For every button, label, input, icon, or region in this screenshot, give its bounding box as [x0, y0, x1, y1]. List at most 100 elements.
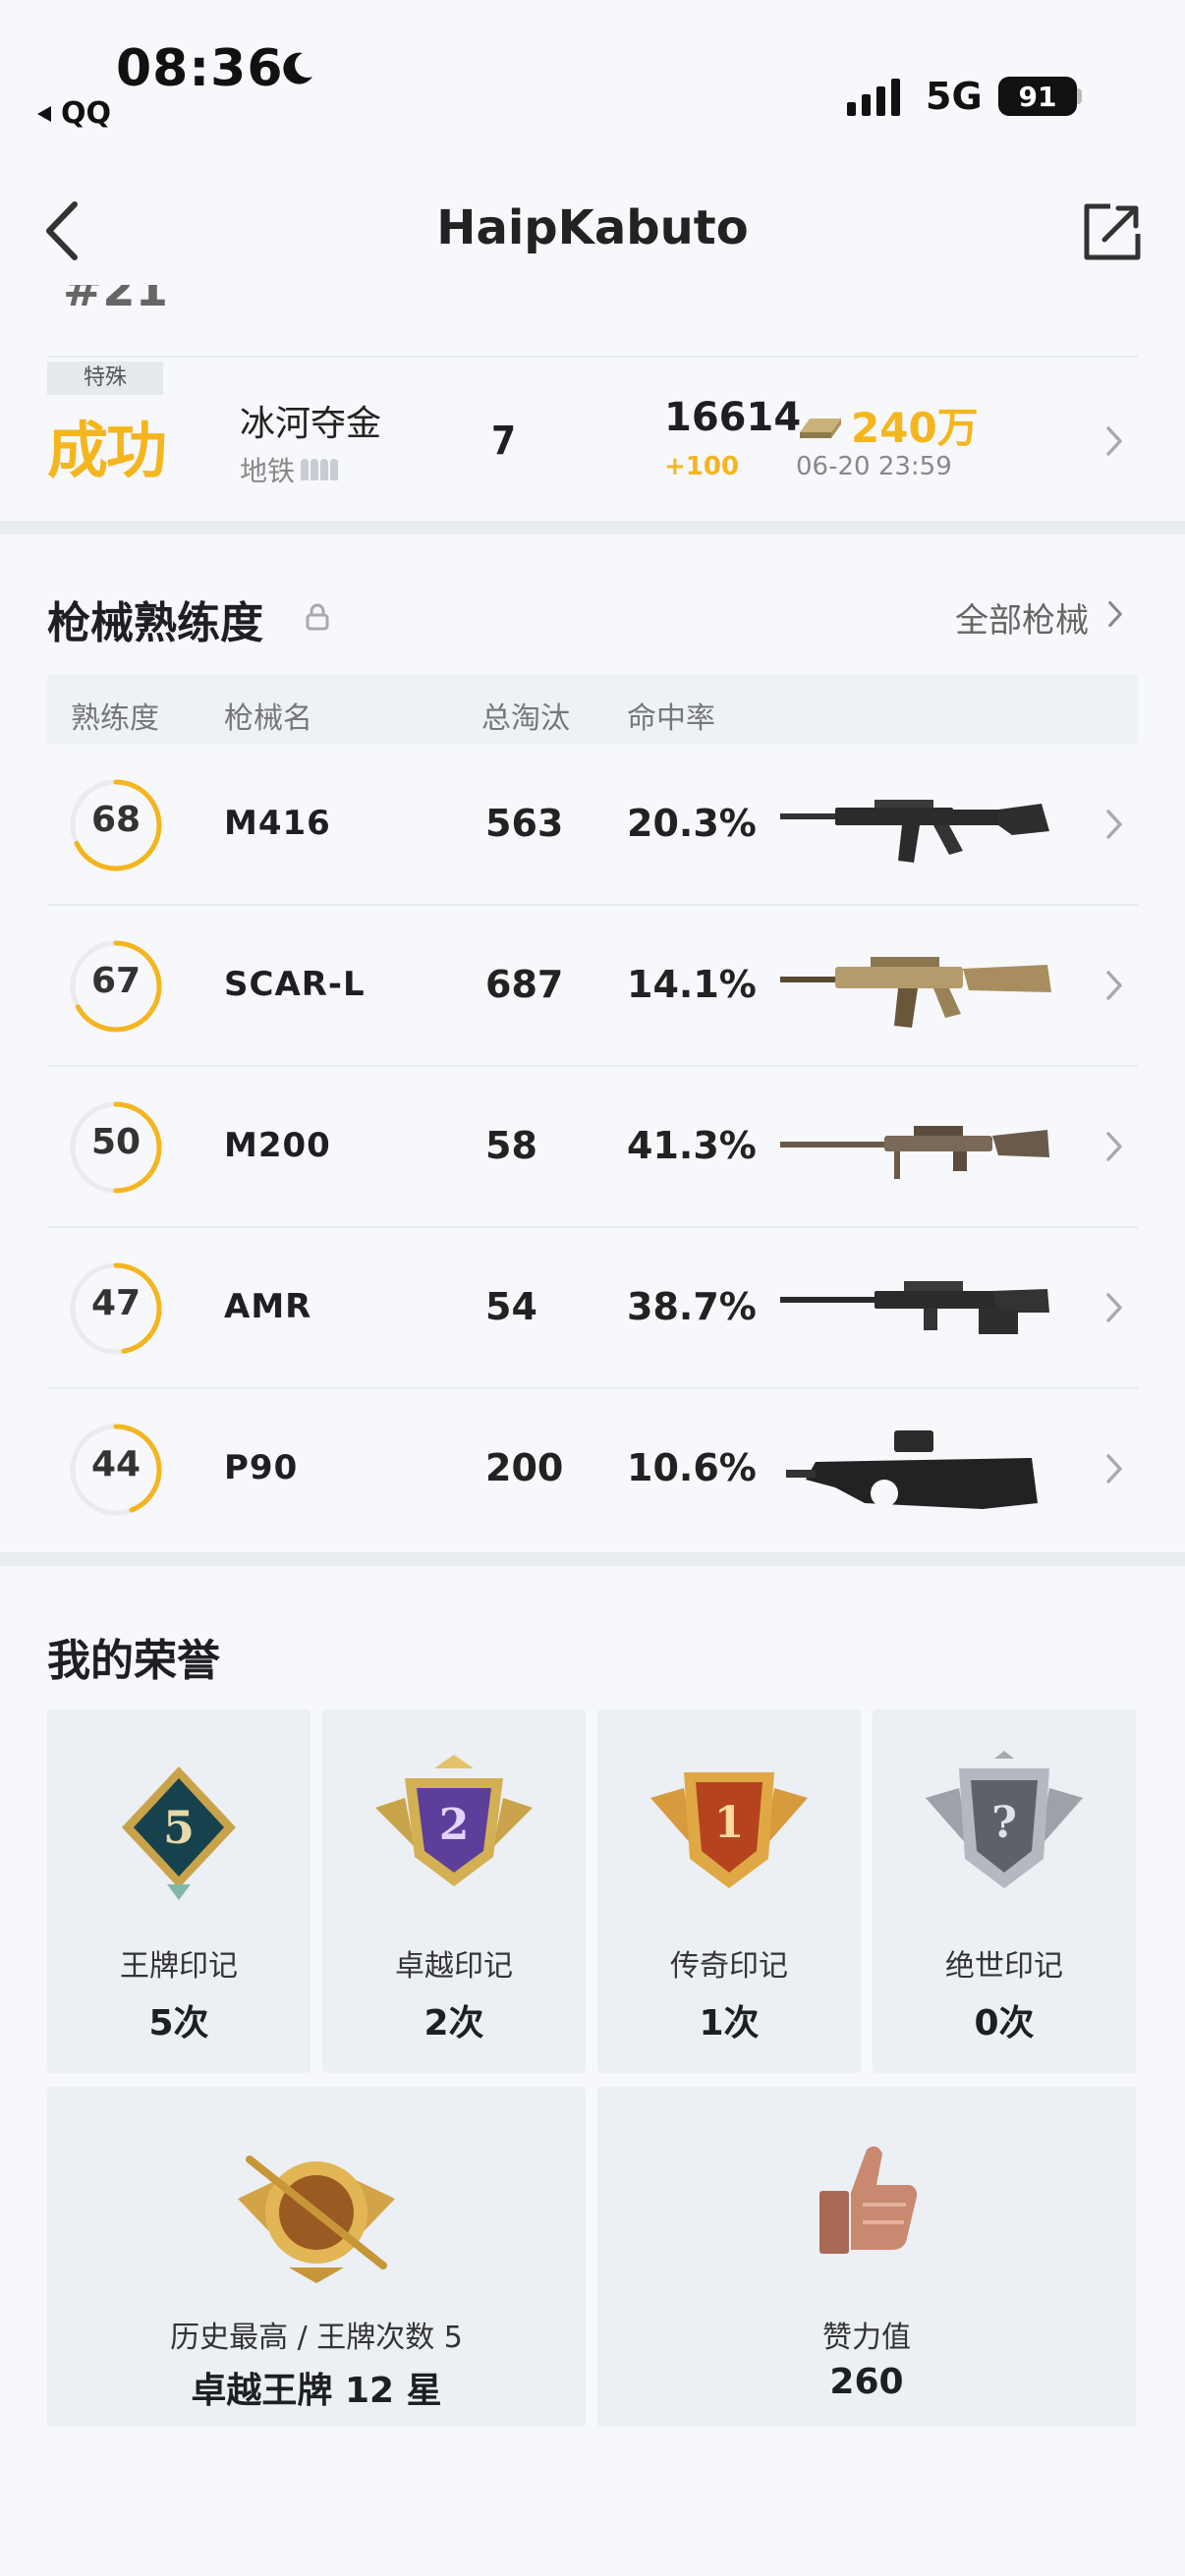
section-separator — [0, 521, 1185, 534]
badge-card[interactable]: ? 绝世印记 0次 — [873, 1709, 1136, 2073]
status-time: 08:36 — [116, 39, 284, 98]
badge-name: 传奇印记 — [670, 1949, 788, 1984]
likes-label: 赞力值 — [822, 2321, 911, 2355]
weapon-kills: 200 — [485, 1446, 564, 1489]
weapon-kills: 563 — [485, 802, 564, 845]
weapon-name: M416 — [224, 804, 331, 843]
match-time: 06-20 23:59 — [796, 452, 952, 481]
highest-rank-card[interactable]: 历史最高 / 王牌次数 5 卓越王牌 12 星 — [47, 2087, 586, 2427]
weapon-row[interactable]: 44 P90 200 10.6% — [47, 1389, 1138, 1550]
match-gold: 240万 — [796, 395, 979, 455]
match-mode: 地铁 — [240, 450, 339, 489]
all-weapons-label: 全部枪械 — [955, 601, 1089, 641]
back-triangle-icon — [37, 105, 51, 122]
weapon-accuracy: 38.7% — [627, 1285, 757, 1328]
ace-mark-badge-icon: 5 — [122, 1766, 236, 1900]
badge-numeral: 2 — [439, 1800, 470, 1850]
match-tag: 特殊 — [47, 362, 163, 395]
match-score-delta: +100 — [664, 452, 740, 481]
weapon-accuracy: 14.1% — [627, 963, 757, 1006]
match-score: 16614 — [664, 395, 802, 440]
lock-icon[interactable] — [305, 603, 330, 631]
badge-numeral: ? — [991, 1798, 1017, 1848]
badge-name: 王牌印记 — [120, 1949, 238, 1984]
back-to-app-link[interactable]: QQ — [35, 96, 111, 131]
badge-count: 2次 — [423, 2003, 484, 2044]
proficiency-value: 67 — [90, 961, 141, 1001]
moon-icon — [283, 52, 312, 84]
highest-rank-value: 卓越王牌 12 星 — [191, 2371, 442, 2411]
previous-row-peek: #21 — [63, 285, 168, 310]
gold-bar-icon — [800, 418, 841, 438]
rank-emblem-icon — [238, 2156, 395, 2283]
battery-icon: 91 — [998, 77, 1077, 116]
match-map: 冰河夺金 — [240, 404, 382, 444]
chevron-right-icon — [1106, 1454, 1122, 1484]
badge-name: 卓越印记 — [395, 1949, 513, 1984]
match-result: 成功 — [47, 415, 167, 486]
chevron-right-icon — [1108, 600, 1122, 628]
proficiency-value: 68 — [90, 800, 141, 840]
likes-card[interactable]: 赞力值 260 — [597, 2087, 1136, 2427]
recent-match-row[interactable] — [0, 358, 1185, 521]
weapon-row[interactable]: 50 M200 58 41.3% — [47, 1067, 1138, 1228]
weapon-kills: 58 — [485, 1124, 537, 1167]
chevron-right-icon — [1106, 426, 1122, 456]
badge-card[interactable]: 2 卓越印记 2次 — [322, 1709, 586, 2073]
column-header-proficiency: 熟练度 — [71, 701, 159, 736]
weapon-accuracy: 41.3% — [627, 1124, 757, 1167]
back-app-label: QQ — [61, 96, 112, 131]
page-title: HaipKabuto — [436, 200, 749, 255]
chevron-right-icon — [1106, 1132, 1122, 1161]
badge-card[interactable]: 5 王牌印记 5次 — [47, 1709, 310, 2073]
badge-count: 0次 — [974, 2003, 1035, 2044]
badge-name: 绝世印记 — [945, 1949, 1063, 1984]
signal-icon — [847, 77, 900, 116]
badge-count: 1次 — [699, 2003, 760, 2044]
weapon-name: P90 — [224, 1448, 299, 1487]
proficiency-value: 44 — [90, 1444, 141, 1484]
battery-tip — [1077, 88, 1082, 104]
m200-sniper-icon — [780, 1126, 1049, 1179]
peerless-mark-badge-icon: ? — [926, 1751, 1083, 1888]
column-header-name: 枪械名 — [224, 701, 312, 736]
match-rank: 7 — [491, 419, 517, 464]
proficiency-value: 50 — [90, 1122, 141, 1162]
amr-sniper-icon — [780, 1281, 1049, 1334]
chevron-right-icon — [1106, 810, 1122, 839]
weapon-row[interactable]: 68 M416 563 20.3% — [47, 745, 1138, 906]
badge-card[interactable]: 1 传奇印记 1次 — [597, 1709, 861, 2073]
network-type: 5G — [926, 75, 983, 118]
all-weapons-link[interactable]: 全部枪械 — [955, 593, 1089, 642]
m416-rifle-icon — [780, 800, 1049, 863]
badge-count: 5次 — [148, 2003, 209, 2044]
weapon-kills: 687 — [485, 963, 564, 1006]
weapon-row[interactable]: 67 SCAR-L 687 14.1% — [47, 906, 1138, 1067]
likes-value: 260 — [829, 2362, 904, 2402]
weapon-kills: 54 — [485, 1285, 537, 1328]
chevron-right-icon — [1106, 1293, 1122, 1322]
honor-section-title: 我的荣誉 — [47, 1636, 220, 1686]
match-mode-label: 地铁 — [240, 455, 296, 487]
highest-rank-label: 历史最高 / 王牌次数 5 — [170, 2321, 463, 2355]
weapon-row[interactable]: 47 AMR 54 38.7% — [47, 1228, 1138, 1389]
weapon-section-title: 枪械熟练度 — [47, 598, 263, 648]
p90-smg-icon — [786, 1430, 1038, 1509]
weapon-accuracy: 10.6% — [627, 1446, 757, 1489]
weapon-accuracy: 20.3% — [627, 802, 757, 845]
weapon-name: SCAR-L — [224, 965, 366, 1004]
thumbs-up-icon — [819, 2146, 918, 2254]
proficiency-value: 47 — [90, 1283, 141, 1323]
legend-mark-badge-icon: 1 — [650, 1772, 808, 1888]
match-gold-value: 240万 — [851, 404, 979, 452]
scar-l-rifle-icon — [780, 957, 1051, 1028]
weapon-name: AMR — [224, 1287, 312, 1326]
section-separator — [0, 1552, 1185, 1566]
column-header-kills: 总淘汰 — [481, 701, 570, 736]
badge-numeral: 5 — [163, 1801, 195, 1854]
badge-numeral: 1 — [714, 1798, 745, 1848]
column-header-accuracy: 命中率 — [627, 701, 715, 736]
weapon-table-header — [47, 674, 1138, 745]
share-icon[interactable] — [1081, 200, 1144, 263]
weapon-name: M200 — [224, 1126, 331, 1165]
